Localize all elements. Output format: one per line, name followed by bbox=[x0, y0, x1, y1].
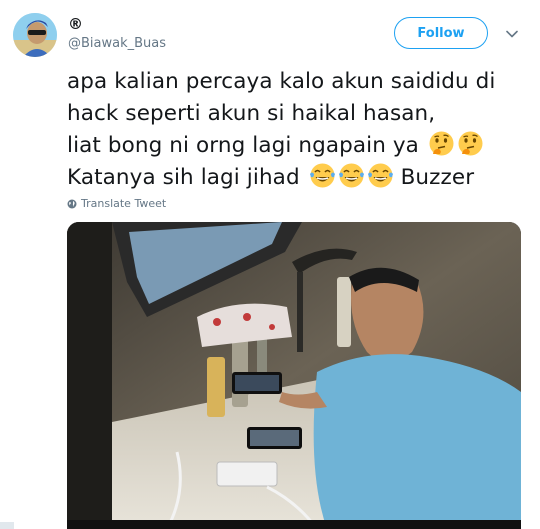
tweet-line-with-emoji: Katanya sih lagi jihad Buzzer bbox=[67, 162, 529, 194]
tweet-line: liat bong ni orng lagi ngapain ya bbox=[67, 133, 419, 158]
thinking-face-emoji bbox=[457, 130, 484, 157]
divider bbox=[0, 522, 14, 529]
tweet-line-with-emoji: liat bong ni orng lagi ngapain ya bbox=[67, 130, 529, 162]
tweet-line: Katanya sih lagi jihad bbox=[67, 165, 300, 190]
avatar[interactable] bbox=[13, 13, 57, 57]
display-name[interactable]: ® bbox=[68, 15, 83, 33]
video-thumbnail[interactable] bbox=[67, 222, 521, 529]
chevron-down-icon[interactable] bbox=[505, 26, 519, 40]
username[interactable]: @Biawak_Buas bbox=[68, 36, 166, 51]
translate-label: Translate Tweet bbox=[81, 197, 167, 210]
tweet-line: apa kalian percaya kalo akun saididu di bbox=[67, 69, 496, 94]
tears-of-joy-emoji bbox=[367, 162, 394, 189]
tweet-line: Buzzer bbox=[400, 165, 475, 190]
tears-of-joy-emoji bbox=[309, 162, 336, 189]
tears-of-joy-emoji bbox=[338, 162, 365, 189]
thinking-face-emoji bbox=[428, 130, 455, 157]
tweet-line: hack seperti akun si haikal hasan, bbox=[67, 101, 436, 126]
globe-icon bbox=[67, 199, 77, 209]
follow-button[interactable]: Follow bbox=[394, 17, 488, 49]
translate-tweet-link[interactable]: Translate Tweet bbox=[67, 197, 166, 210]
tweet-text: apa kalian percaya kalo akun saididu di … bbox=[67, 66, 529, 194]
